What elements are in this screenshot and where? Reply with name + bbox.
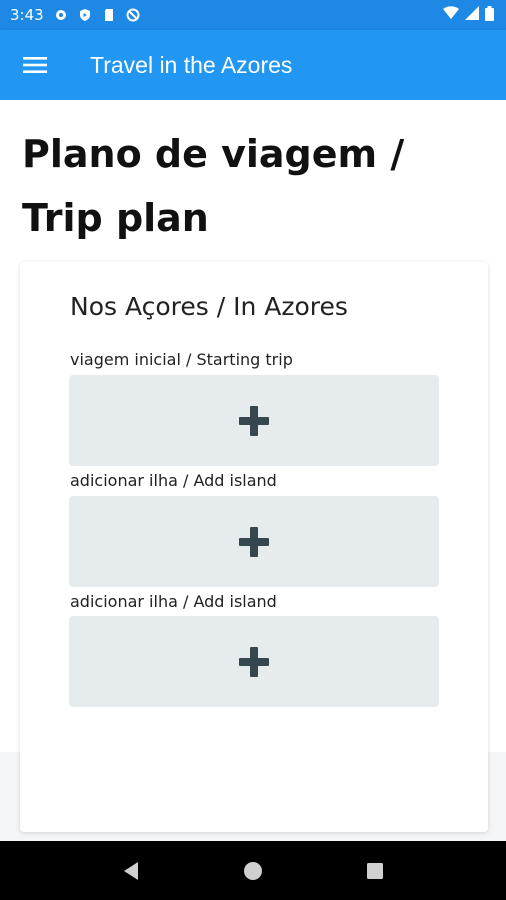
plus-icon bbox=[239, 646, 269, 677]
add-island-button[interactable] bbox=[69, 496, 439, 587]
status-bar-left: 3:43 bbox=[10, 6, 140, 24]
section-label-add-island: adicionar ilha / Add island bbox=[70, 471, 277, 490]
recents-icon[interactable] bbox=[360, 856, 390, 886]
sd-card-icon bbox=[102, 8, 116, 22]
status-time: 3:43 bbox=[10, 6, 44, 24]
battery-icon bbox=[485, 5, 494, 25]
trip-plan-card: Nos Açores / In Azores viagem inicial / … bbox=[20, 262, 488, 832]
section-label-add-island: adicionar ilha / Add island bbox=[70, 592, 277, 611]
plus-icon bbox=[239, 526, 269, 557]
plus-icon bbox=[239, 405, 269, 436]
hamburger-menu-icon[interactable] bbox=[0, 30, 70, 100]
app-title: Travel in the Azores bbox=[90, 51, 293, 78]
home-icon[interactable] bbox=[238, 856, 268, 886]
back-icon[interactable] bbox=[116, 856, 146, 886]
no-sync-icon bbox=[126, 8, 140, 22]
settings-icon bbox=[54, 8, 68, 22]
page-title: Plano de viagem / Trip plan bbox=[22, 132, 405, 240]
wifi-icon bbox=[443, 6, 459, 24]
status-bar: 3:43 bbox=[0, 0, 506, 30]
shield-icon bbox=[78, 8, 92, 22]
navigation-bar bbox=[0, 841, 506, 900]
card-title: Nos Açores / In Azores bbox=[70, 292, 348, 321]
main-content: Plano de viagem / Trip plan Nos Açores /… bbox=[0, 100, 506, 832]
status-bar-right bbox=[443, 5, 494, 25]
signal-icon bbox=[465, 6, 479, 24]
app-bar: Travel in the Azores bbox=[0, 30, 506, 100]
section-label-starting-trip: viagem inicial / Starting trip bbox=[70, 350, 293, 369]
add-island-button[interactable] bbox=[69, 616, 439, 707]
add-starting-trip-button[interactable] bbox=[69, 375, 439, 466]
